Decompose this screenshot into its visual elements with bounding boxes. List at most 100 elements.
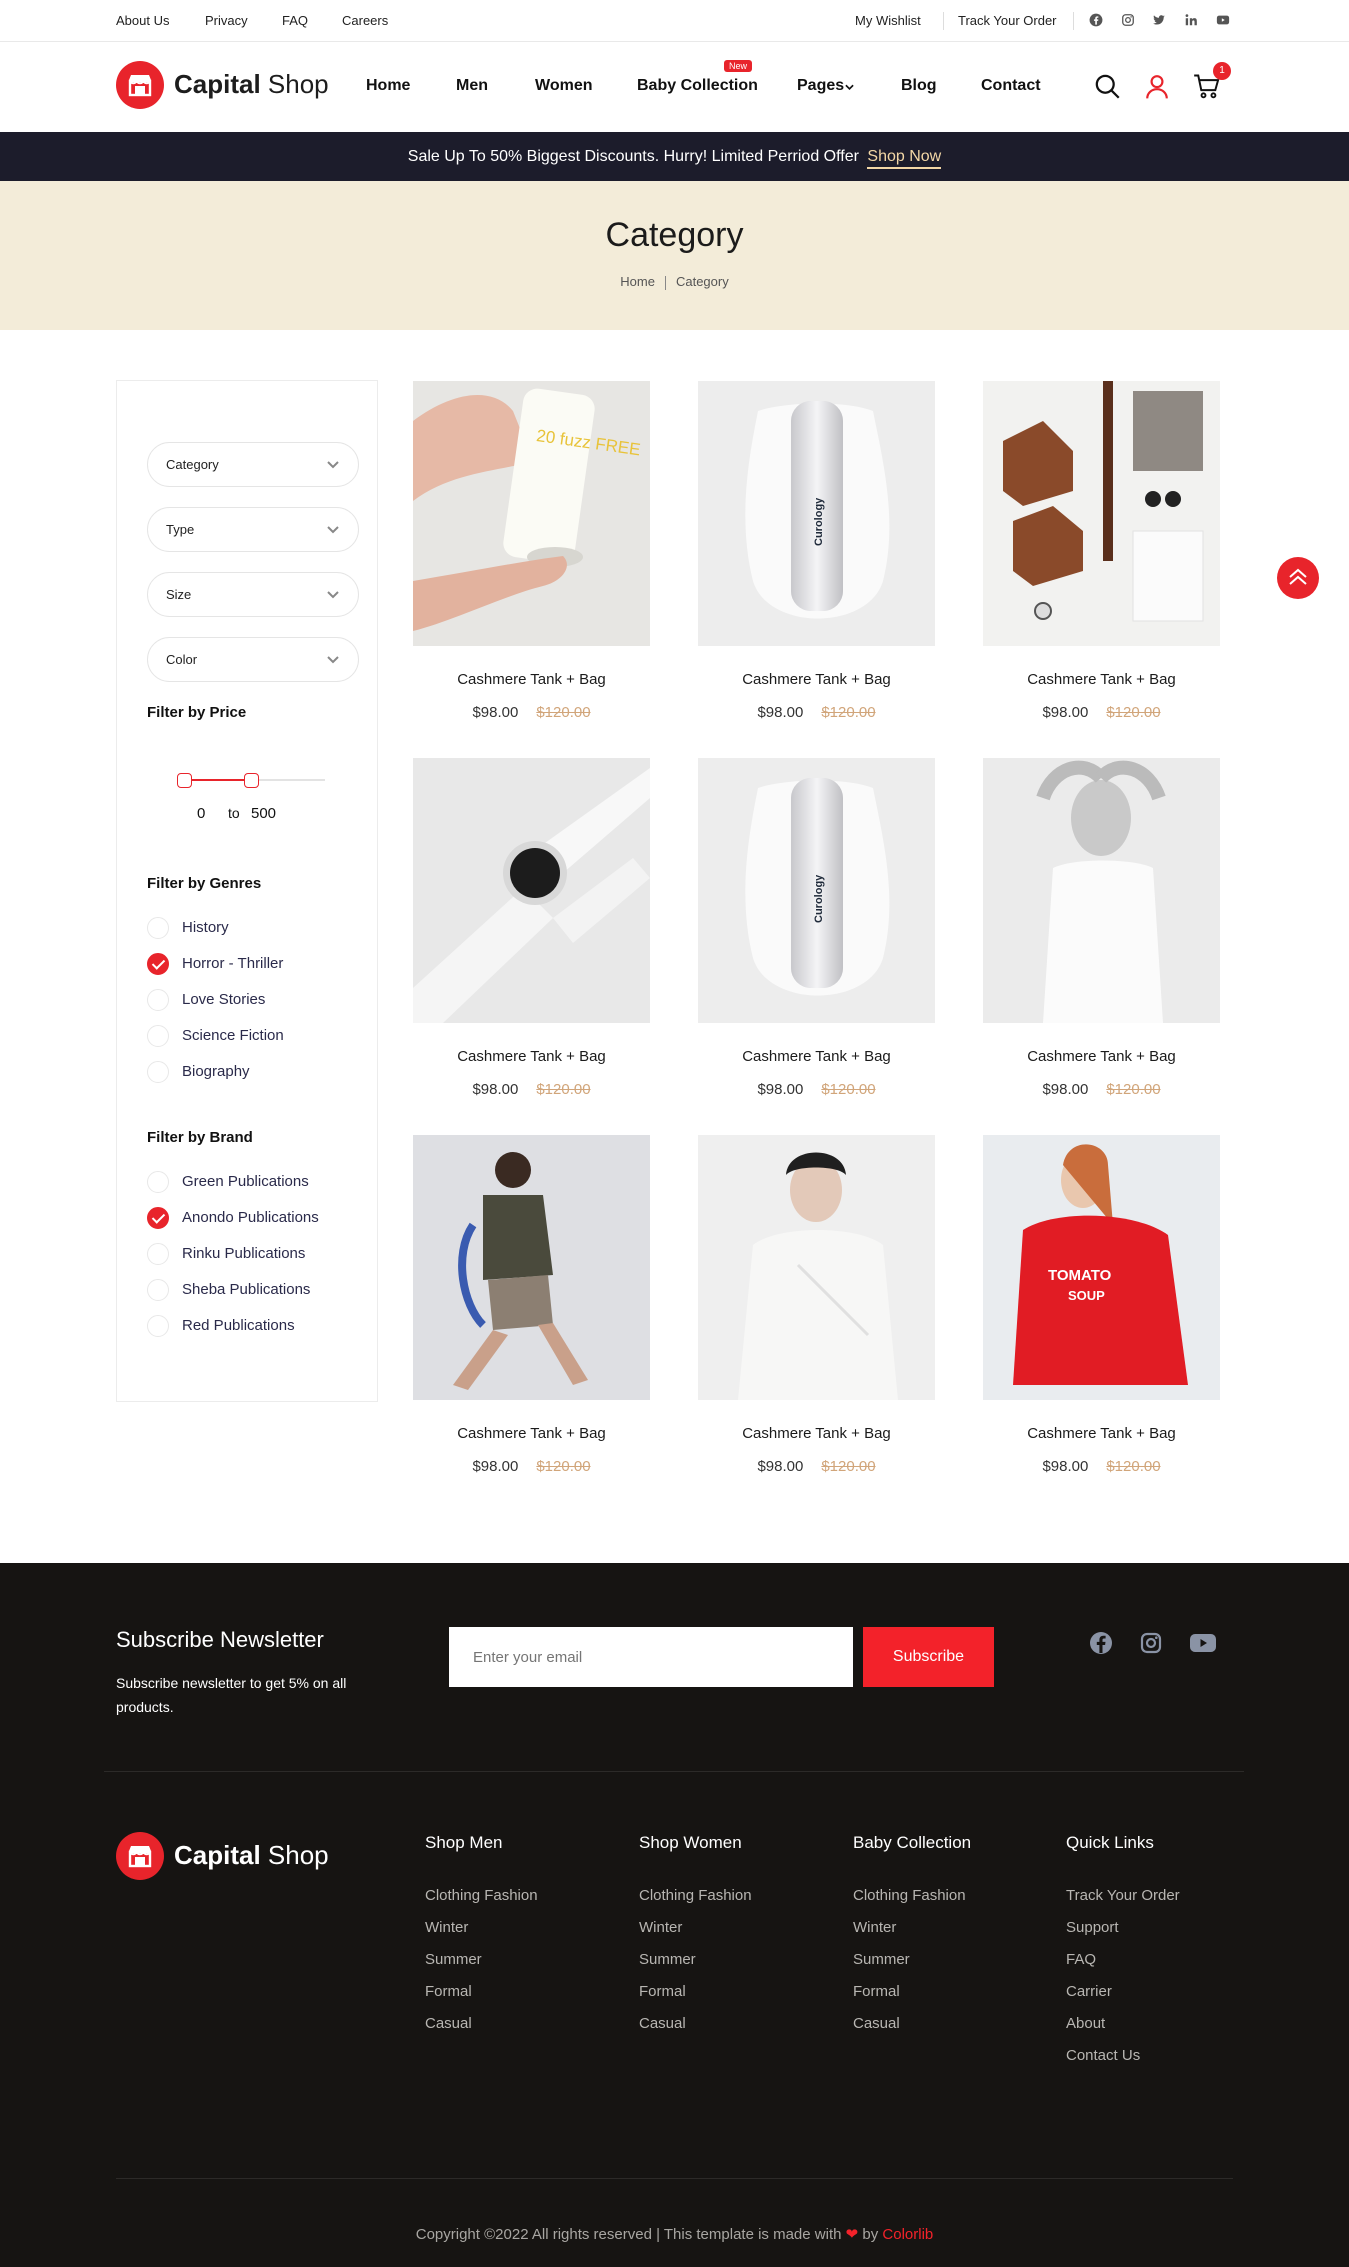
nav-blog[interactable]: Blog	[901, 77, 937, 95]
genre-checkbox[interactable]	[147, 1061, 169, 1083]
footer-link[interactable]: Carrier	[1066, 1983, 1112, 2000]
genre-label[interactable]: Biography	[182, 1063, 250, 1080]
footer-link[interactable]: Clothing Fashion	[853, 1887, 966, 1904]
type-select[interactable]: Type	[147, 507, 359, 552]
genre-checkbox[interactable]	[147, 989, 169, 1011]
brand-checkbox[interactable]	[147, 1243, 169, 1265]
nav-men[interactable]: Men	[456, 77, 488, 95]
footer-link[interactable]: About	[1066, 2015, 1105, 2032]
search-icon[interactable]	[1094, 73, 1121, 100]
logo-text[interactable]: Capital Shop	[174, 69, 329, 100]
footer-link[interactable]: Casual	[639, 2015, 686, 2032]
size-select[interactable]: Size	[147, 572, 359, 617]
genre-label[interactable]: Horror - Thriller	[182, 955, 283, 972]
instagram-icon[interactable]	[1139, 1631, 1163, 1655]
subscribe-button[interactable]: Subscribe	[863, 1627, 994, 1687]
brand-checkbox[interactable]	[147, 1171, 169, 1193]
price-slider-max-handle[interactable]	[244, 773, 259, 788]
product-image-lotion-tube[interactable]: 20 fuzz FREE	[413, 381, 650, 646]
footer-link[interactable]: Support	[1066, 1919, 1119, 1936]
footer-link[interactable]: Formal	[853, 1983, 900, 2000]
footer-link[interactable]: Formal	[639, 1983, 686, 2000]
nav-home[interactable]: Home	[366, 77, 410, 95]
brand-checkbox[interactable]	[147, 1315, 169, 1337]
footer-link[interactable]: Contact Us	[1066, 2047, 1140, 2064]
brand-label[interactable]: Sheba Publications	[182, 1281, 310, 1298]
price-slider-min-handle[interactable]	[177, 773, 192, 788]
footer-link[interactable]: Track Your Order	[1066, 1887, 1180, 1904]
instagram-icon[interactable]	[1121, 13, 1135, 27]
genre-label[interactable]: Science Fiction	[182, 1027, 284, 1044]
price-slider-range	[185, 779, 250, 781]
footer-link[interactable]: Summer	[853, 1951, 910, 1968]
wishlist-link[interactable]: My Wishlist	[855, 13, 921, 28]
nav-women[interactable]: Women	[535, 77, 592, 95]
newsletter-email-input[interactable]	[449, 1627, 853, 1687]
product-name[interactable]: Cashmere Tank + Bag	[698, 1425, 935, 1442]
linkedin-icon[interactable]	[1184, 13, 1198, 27]
product-name[interactable]: Cashmere Tank + Bag	[698, 1048, 935, 1065]
brand-label[interactable]: Green Publications	[182, 1173, 309, 1190]
brand-label[interactable]: Anondo Publications	[182, 1209, 319, 1226]
youtube-icon[interactable]	[1216, 13, 1230, 27]
topbar-link-careers[interactable]: Careers	[342, 13, 388, 28]
product-image-flatlay-boots[interactable]	[983, 381, 1220, 646]
topbar-link-faq[interactable]: FAQ	[282, 13, 308, 28]
product-image-woman-white-top[interactable]	[983, 758, 1220, 1023]
genre-checkbox[interactable]	[147, 953, 169, 975]
product-name[interactable]: Cashmere Tank + Bag	[413, 1425, 650, 1442]
brand-label[interactable]: Red Publications	[182, 1317, 295, 1334]
colorlib-link[interactable]: Colorlib	[882, 2226, 933, 2243]
youtube-icon[interactable]	[1189, 1631, 1217, 1655]
topbar-link-privacy[interactable]: Privacy	[205, 13, 248, 28]
genre-checkbox[interactable]	[147, 1025, 169, 1047]
product-image-woman-white-shirt[interactable]	[698, 1135, 935, 1400]
footer-link[interactable]: Casual	[425, 2015, 472, 2032]
product-image-woman-red-sweater[interactable]: TOMATO SOUP	[983, 1135, 1220, 1400]
footer-link[interactable]: Winter	[425, 1919, 468, 1936]
footer-link[interactable]: Summer	[425, 1951, 482, 1968]
product-name[interactable]: Cashmere Tank + Bag	[983, 671, 1220, 688]
product-name[interactable]: Cashmere Tank + Bag	[698, 671, 935, 688]
brand-checkbox[interactable]	[147, 1207, 169, 1229]
category-select[interactable]: Category	[147, 442, 359, 487]
footer-link[interactable]: Clothing Fashion	[425, 1887, 538, 1904]
logo-icon[interactable]	[116, 61, 164, 109]
product-image-smartwatch[interactable]	[413, 758, 650, 1023]
brand-checkbox[interactable]	[147, 1279, 169, 1301]
genre-checkbox[interactable]	[147, 917, 169, 939]
scroll-top-button[interactable]	[1277, 557, 1319, 599]
nav-pages[interactable]: Pages	[797, 77, 844, 95]
footer-link[interactable]: Winter	[853, 1919, 896, 1936]
footer-link[interactable]: Summer	[639, 1951, 696, 1968]
nav-contact[interactable]: Contact	[981, 77, 1041, 95]
product-image-curology-bottle[interactable]: Curology	[698, 381, 935, 646]
footer-link[interactable]: Casual	[853, 2015, 900, 2032]
topbar-link-about[interactable]: About Us	[116, 13, 169, 28]
product-price: $98.00 $120.00	[413, 1081, 650, 1098]
track-order-link[interactable]: Track Your Order	[958, 13, 1057, 28]
footer-link[interactable]: Formal	[425, 1983, 472, 2000]
genre-label[interactable]: History	[182, 919, 229, 936]
user-icon[interactable]	[1144, 73, 1170, 100]
facebook-icon[interactable]	[1089, 13, 1103, 27]
brand-label[interactable]: Rinku Publications	[182, 1245, 305, 1262]
product-name[interactable]: Cashmere Tank + Bag	[983, 1425, 1220, 1442]
twitter-icon[interactable]	[1152, 13, 1166, 27]
footer-link[interactable]: FAQ	[1066, 1951, 1096, 1968]
product-name[interactable]: Cashmere Tank + Bag	[413, 1048, 650, 1065]
footer-link[interactable]: Winter	[639, 1919, 682, 1936]
nav-baby-collection[interactable]: Baby Collection	[637, 77, 758, 95]
footer-logo-icon[interactable]	[116, 1832, 164, 1880]
product-image-man-running[interactable]	[413, 1135, 650, 1400]
genre-label[interactable]: Love Stories	[182, 991, 265, 1008]
facebook-icon[interactable]	[1089, 1631, 1113, 1655]
product-name[interactable]: Cashmere Tank + Bag	[983, 1048, 1220, 1065]
footer-logo-text[interactable]: Capital Shop	[174, 1840, 329, 1871]
product-image-curology-bottle[interactable]: Curology	[698, 758, 935, 1023]
shop-now-link[interactable]: Shop Now	[867, 148, 942, 169]
footer-link[interactable]: Clothing Fashion	[639, 1887, 752, 1904]
breadcrumb-home[interactable]: Home	[620, 274, 655, 289]
color-select[interactable]: Color	[147, 637, 359, 682]
product-name[interactable]: Cashmere Tank + Bag	[413, 671, 650, 688]
